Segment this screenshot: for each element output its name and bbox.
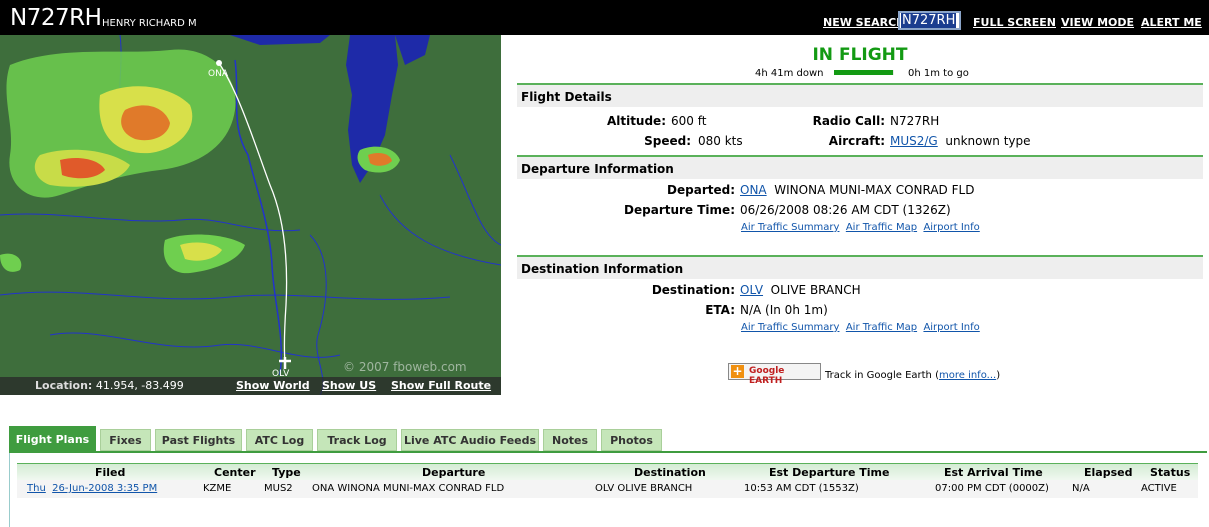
aircraft-code-link[interactable]: MUS2/G — [890, 134, 938, 148]
filed-cell: Thu 26-Jun-2008 3:35 PM — [27, 483, 157, 494]
departure-airport-name: WINONA MUNI-MAX CONRAD FLD — [774, 183, 975, 197]
show-full-route-link[interactable]: Show Full Route — [391, 379, 491, 392]
column-destination: Destination — [634, 466, 706, 479]
location-readout: Location: 41.954, -83.499 — [35, 379, 184, 392]
status-cell: ACTIVE — [1141, 483, 1177, 494]
departure-links: Air Traffic Summary Air Traffic Map Airp… — [741, 222, 980, 233]
tail-number: N727RH — [10, 5, 102, 31]
google-earth-caption: Track in Google Earth ( — [825, 370, 939, 381]
flight-progress-fill — [834, 70, 894, 75]
flight-status: IN FLIGHT — [812, 45, 908, 65]
google-earth-label: Google EARTH — [749, 366, 785, 386]
column-elapsed: Elapsed — [1084, 466, 1133, 479]
new-search-link[interactable]: NEW SEARCH — [823, 16, 905, 29]
location-value: 41.954, -83.499 — [95, 379, 184, 392]
more-info-link[interactable]: more info... — [939, 370, 996, 381]
tab-notes[interactable]: Notes — [543, 429, 597, 451]
aircraft-type: unknown type — [945, 134, 1031, 148]
elapsed-time: 4h 41m down — [755, 68, 824, 79]
tab-past-flights[interactable]: Past Flights — [155, 429, 242, 451]
flight-plans-table-header: Filed Center Type Departure Destination … — [17, 463, 1198, 480]
view-mode-link[interactable]: VIEW MODE — [1061, 16, 1134, 29]
aircraft-label: Aircraft: — [828, 134, 885, 148]
tab-fixes[interactable]: Fixes — [100, 429, 151, 451]
owner-name: HENRY RICHARD M — [102, 18, 197, 29]
tab-track-log[interactable]: Track Log — [317, 429, 397, 451]
tab-atc-log[interactable]: ATC Log — [246, 429, 313, 451]
column-filed: Filed — [95, 466, 126, 479]
departure-airport-info-link[interactable]: Airport Info — [923, 222, 979, 233]
departure-time-value: 06/26/2008 08:26 AM CDT (1326Z) — [740, 203, 951, 217]
column-est-arrival: Est Arrival Time — [944, 466, 1043, 479]
tab-photos[interactable]: Photos — [601, 429, 662, 451]
google-earth-close-paren: ) — [996, 370, 1001, 381]
table-row: Thu 26-Jun-2008 3:35 PM KZME MUS2 ONA WI… — [17, 480, 1198, 498]
speed-value: 080 kts — [698, 134, 743, 148]
destination-traffic-map-link[interactable]: Air Traffic Map — [846, 322, 917, 333]
departure-time-label: Departure Time: — [624, 203, 735, 217]
elapsed-cell: N/A — [1072, 483, 1090, 494]
google-earth-button[interactable]: + Google EARTH — [728, 363, 821, 386]
radio-call-value: N727RH — [890, 114, 940, 128]
destination-traffic-summary-link[interactable]: Air Traffic Summary — [741, 322, 839, 333]
flight-progress-bar — [834, 70, 894, 75]
map-graphic — [0, 35, 501, 395]
column-center: Center — [214, 466, 256, 479]
search-input[interactable]: N727RH — [898, 11, 961, 30]
flight-map[interactable]: ONA OLV © 2007 fboweb.com Location: 41.9… — [0, 35, 501, 395]
flight-details-header: Flight Details — [517, 83, 1203, 107]
search-input-value: N727RH — [901, 13, 957, 28]
full-screen-link[interactable]: FULL SCREEN — [973, 16, 1056, 29]
eta-value: N/A (In 0h 1m) — [740, 303, 828, 317]
destination-cell: OLV OLIVE BRANCH — [595, 483, 693, 494]
column-type: Type — [272, 466, 301, 479]
center-cell: KZME — [203, 483, 232, 494]
altitude-value: 600 ft — [671, 114, 707, 128]
show-us-link[interactable]: Show US — [322, 379, 376, 392]
speed-label: Speed: — [644, 134, 691, 148]
departure-header: Departure Information — [517, 155, 1203, 179]
radio-call-label: Radio Call: — [812, 114, 885, 128]
filed-day-link[interactable]: Thu — [27, 483, 46, 494]
plus-icon: + — [731, 364, 744, 378]
departure-traffic-summary-link[interactable]: Air Traffic Summary — [741, 222, 839, 233]
destination-label: Destination: — [651, 283, 735, 297]
departure-airport-link[interactable]: ONA — [740, 183, 767, 197]
destination-header: Destination Information — [517, 255, 1203, 279]
destination-airport-link[interactable]: OLV — [740, 283, 763, 297]
destination-value: OLV OLIVE BRANCH — [740, 283, 861, 297]
tab-live-atc-audio[interactable]: Live ATC Audio Feeds — [401, 429, 539, 451]
origin-label: ONA — [208, 69, 228, 79]
show-world-link[interactable]: Show World — [236, 379, 310, 392]
est-arrival-cell: 07:00 PM CDT (0000Z) — [935, 483, 1049, 494]
departure-traffic-map-link[interactable]: Air Traffic Map — [846, 222, 917, 233]
map-toolbar: Location: 41.954, -83.499 Show World Sho… — [0, 377, 501, 395]
column-status: Status — [1150, 466, 1191, 479]
remaining-time: 0h 1m to go — [908, 68, 969, 79]
eta-label: ETA: — [705, 303, 735, 317]
departure-cell: ONA WINONA MUNI-MAX CONRAD FLD — [312, 483, 505, 494]
column-departure: Departure — [422, 466, 486, 479]
est-departure-cell: 10:53 AM CDT (1553Z) — [744, 483, 859, 494]
map-copyright: © 2007 fboweb.com — [343, 360, 467, 374]
location-label: Location: — [35, 379, 93, 392]
departed-value: ONA WINONA MUNI-MAX CONRAD FLD — [740, 183, 974, 197]
altitude-label: Altitude: — [606, 114, 666, 128]
alert-me-link[interactable]: ALERT ME — [1141, 16, 1202, 29]
top-bar: N727RH HENRY RICHARD M NEW SEARCH N727RH… — [0, 0, 1209, 35]
destination-airport-name: OLIVE BRANCH — [770, 283, 861, 297]
column-est-departure: Est Departure Time — [769, 466, 890, 479]
filed-date-link[interactable]: 26-Jun-2008 3:35 PM — [52, 483, 157, 494]
type-cell: MUS2 — [264, 483, 293, 494]
tab-flight-plans[interactable]: Flight Plans — [9, 426, 96, 451]
aircraft-value: MUS2/G unknown type — [890, 134, 1031, 148]
departed-label: Departed: — [667, 183, 735, 197]
google-earth-text: Track in Google Earth (more info...) — [825, 370, 1000, 381]
destination-links: Air Traffic Summary Air Traffic Map Airp… — [741, 322, 980, 333]
destination-airport-info-link[interactable]: Airport Info — [923, 322, 979, 333]
